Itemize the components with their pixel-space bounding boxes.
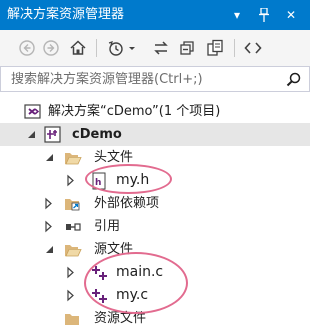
expand-arrow-icon[interactable] (64, 284, 78, 307)
history-dropdown-icon[interactable] (127, 38, 137, 58)
home-icon[interactable] (68, 38, 88, 58)
search-box[interactable]: 搜索解决方案资源管理器(Ctrl+;) (0, 66, 310, 92)
close-icon[interactable]: ✕ (280, 0, 302, 30)
references-icon (64, 218, 82, 236)
tree-item-solution[interactable]: 解决方案“cDemo”(1 个项目) (0, 100, 310, 123)
solution-tree: 解决方案“cDemo”(1 个项目) cDemo 头文件 h my.h 外部依赖… (0, 94, 310, 326)
expand-arrow-icon[interactable] (42, 192, 56, 215)
project-icon (44, 126, 62, 144)
search-icon[interactable] (285, 71, 303, 89)
collapse-arrow-icon[interactable] (42, 238, 56, 261)
folder-open-icon (64, 241, 82, 259)
code-icon[interactable] (243, 38, 263, 58)
solution-icon (24, 103, 42, 121)
title-bar: 解决方案资源管理器 ▾ ✕ (0, 0, 310, 30)
search-placeholder[interactable]: 搜索解决方案资源管理器(Ctrl+;) (11, 72, 203, 88)
collapse-arrow-icon[interactable] (24, 123, 38, 146)
collapse-all-icon[interactable] (178, 38, 198, 58)
tree-label: 引用 (94, 219, 121, 234)
expand-arrow-icon[interactable] (42, 215, 56, 238)
toolbar-separator (96, 39, 97, 57)
annotation-ellipse (85, 164, 172, 194)
panel-title: 解决方案资源管理器 (7, 7, 125, 22)
history-icon[interactable] (106, 38, 126, 58)
toolbar (0, 30, 310, 66)
back-icon[interactable] (17, 38, 37, 58)
folder-icon (64, 310, 82, 326)
expand-arrow-icon[interactable] (64, 169, 78, 192)
dropdown-icon[interactable]: ▾ (226, 0, 248, 30)
forward-icon[interactable] (41, 38, 61, 58)
copy-icon[interactable] (205, 38, 225, 58)
tree-label: 外部依赖项 (94, 196, 160, 211)
pin-icon[interactable] (253, 0, 275, 30)
sync-icon[interactable] (151, 38, 171, 58)
external-dependencies-icon (64, 195, 82, 213)
tree-label: 解决方案“cDemo”(1 个项目) (48, 104, 221, 119)
collapse-arrow-icon[interactable] (42, 146, 56, 169)
toolbar-separator (234, 39, 235, 57)
tree-item-references[interactable]: 引用 (0, 215, 310, 238)
folder-open-icon (64, 149, 82, 167)
tree-item-external-deps[interactable]: 外部依赖项 (0, 192, 310, 215)
tree-label: cDemo (72, 127, 122, 142)
expand-arrow-icon[interactable] (64, 261, 78, 284)
tree-item-folder[interactable]: 头文件 (0, 146, 310, 169)
tree-item-project[interactable]: cDemo (0, 123, 310, 146)
annotation-ellipse (84, 252, 188, 314)
